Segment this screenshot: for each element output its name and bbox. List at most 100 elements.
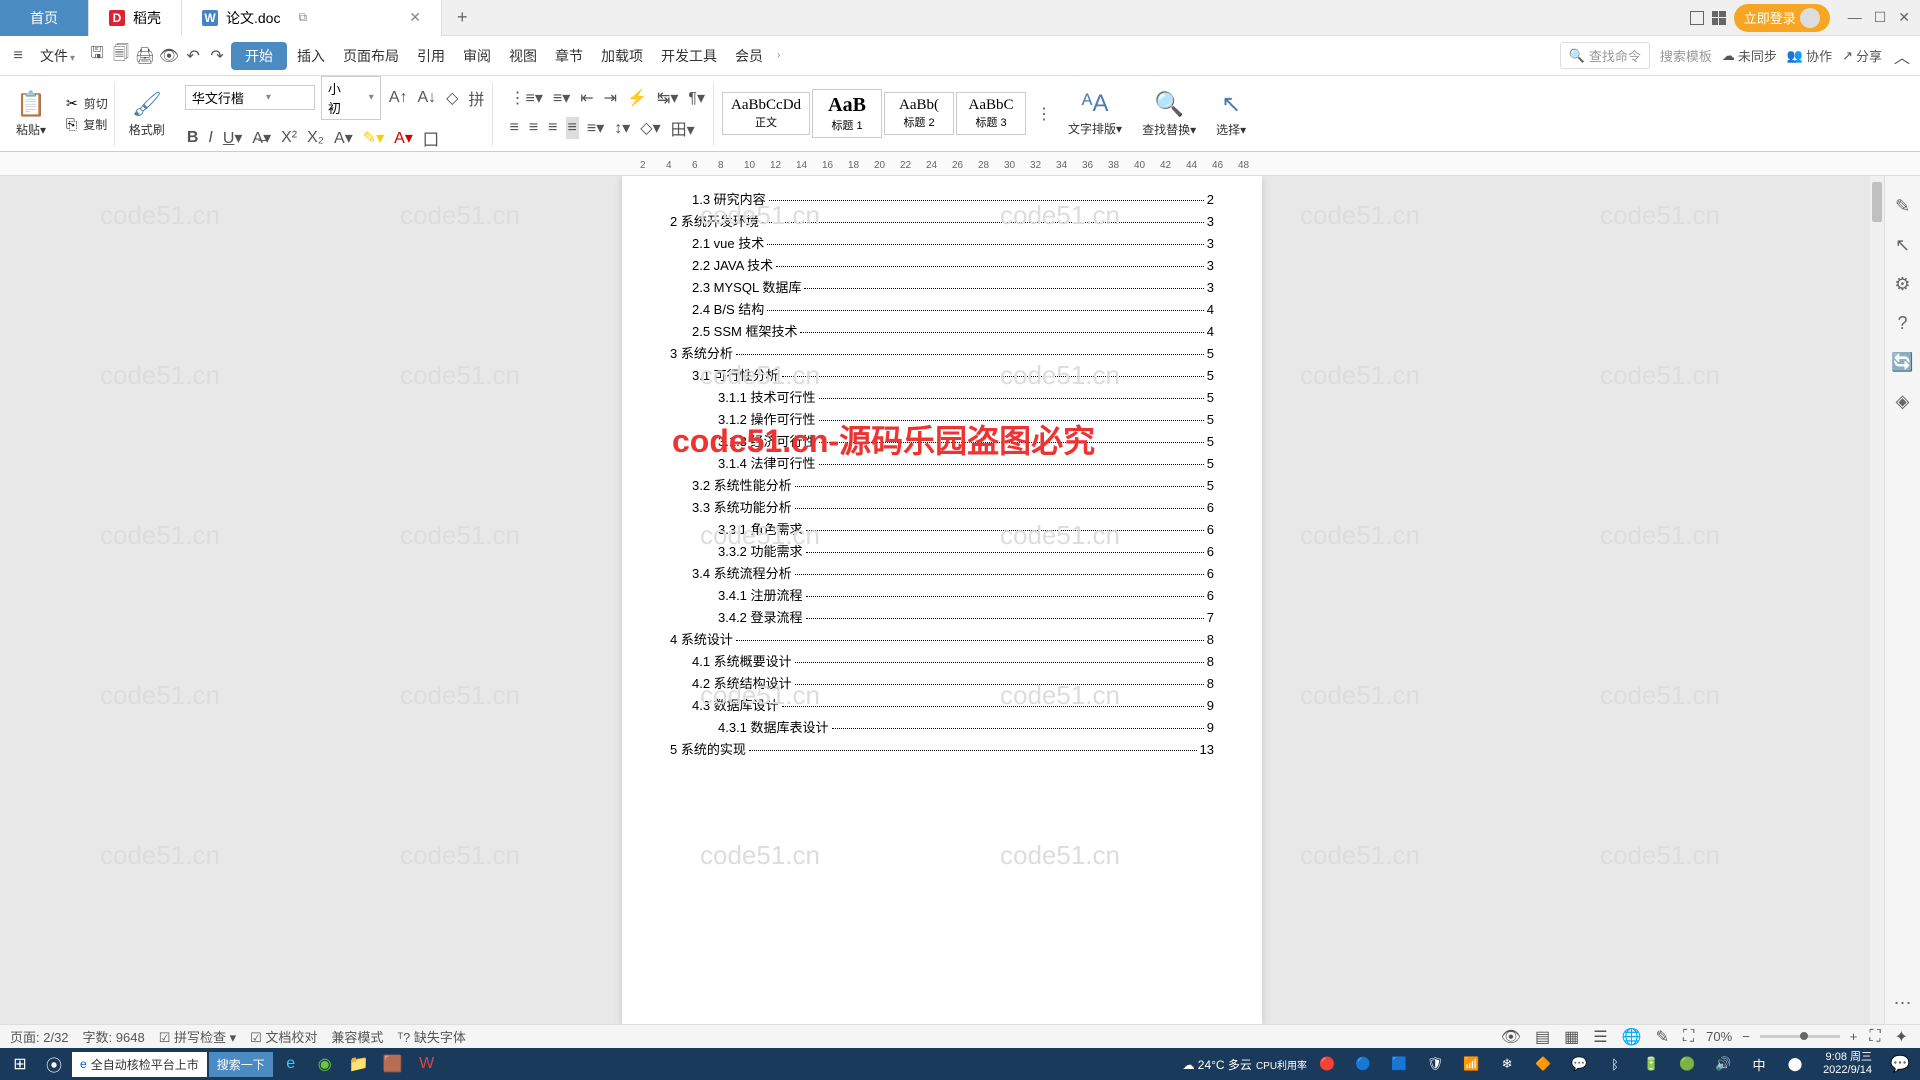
cut-button[interactable]: ✂剪切 [66, 95, 108, 112]
menu-8[interactable]: 开发工具 [653, 42, 725, 70]
layout-icon[interactable] [1690, 11, 1704, 25]
tray3-icon[interactable]: 🟦 [1383, 1050, 1415, 1078]
tray8-icon[interactable]: 🔋 [1635, 1050, 1667, 1078]
tray10-icon[interactable]: ⬤ [1779, 1050, 1811, 1078]
format-painter-button[interactable]: 🖌格式刷 [123, 90, 171, 138]
weather-widget[interactable]: ☁ 24°C 多云 [1182, 1056, 1252, 1073]
tray9-icon[interactable]: 🟢 [1671, 1050, 1703, 1078]
spellcheck-button[interactable]: ☑ 拼写检查 ▾ [159, 1027, 236, 1046]
read-view-icon[interactable]: ▤ [1533, 1025, 1552, 1049]
grow-font-icon[interactable]: A↑ [387, 87, 410, 109]
borders-icon[interactable]: 田▾ [669, 114, 697, 142]
undo-icon[interactable]: ↶ [183, 46, 203, 66]
toc-entry[interactable]: 3.3 系统功能分析6 [670, 497, 1214, 516]
menu-7[interactable]: 加载项 [593, 42, 651, 70]
tray6-icon[interactable]: 🔶 [1527, 1050, 1559, 1078]
show-marks-icon[interactable]: ¶▾ [686, 86, 707, 110]
collab-button[interactable]: 👥 协作 [1787, 46, 1832, 65]
tab-document[interactable]: W 论文.doc ⧉ ✕ [182, 0, 442, 36]
document-canvas[interactable]: 1.3 研究内容22 系统开发环境32.1 vue 技术32.2 JAVA 技术… [0, 176, 1884, 1024]
page-indicator[interactable]: 页面: 2/32 [10, 1027, 69, 1046]
toc-entry[interactable]: 4.1 系统概要设计8 [670, 651, 1214, 670]
style-3[interactable]: AaBbC标题 3 [956, 92, 1026, 135]
style-more-icon[interactable]: ⋮ [1034, 102, 1054, 126]
tray2-icon[interactable]: 🔵 [1347, 1050, 1379, 1078]
cortana-icon[interactable]: ⦿ [38, 1050, 70, 1078]
toc-entry[interactable]: 3 系统分析5 [670, 343, 1214, 362]
menu-9[interactable]: 会员 [727, 42, 771, 70]
char-border-icon[interactable]: 囗 [421, 124, 441, 152]
toc-entry[interactable]: 5 系统的实现13 [670, 739, 1214, 758]
line-spacing-icon[interactable]: ↕▾ [612, 116, 632, 140]
toc-entry[interactable]: 4.3 数据库设计9 [670, 695, 1214, 714]
collapse-ribbon-icon[interactable]: ︿ [1892, 46, 1912, 66]
ie-icon[interactable]: e [275, 1050, 307, 1078]
print-icon[interactable]: 🖨 [135, 46, 155, 66]
settings-slider-icon[interactable]: ⚙ [1894, 274, 1910, 295]
toc-entry[interactable]: 2.1 vue 技术3 [670, 233, 1214, 252]
taskbar-search-button[interactable]: 搜索一下 [209, 1052, 273, 1077]
maximize-icon[interactable]: ☐ [1874, 9, 1887, 26]
volume-icon[interactable]: 🔊 [1707, 1050, 1739, 1078]
menu-5[interactable]: 视图 [501, 42, 545, 70]
compat-mode[interactable]: 兼容模式 [331, 1027, 383, 1046]
font-color-icon[interactable]: A▾ [392, 126, 415, 150]
toc-entry[interactable]: 1.3 研究内容2 [670, 189, 1214, 208]
pen-tool-icon[interactable]: ✎ [1895, 196, 1910, 217]
toc-entry[interactable]: 4.2 系统结构设计8 [670, 673, 1214, 692]
fullscreen-icon[interactable]: ⛶ [1867, 1026, 1882, 1048]
eye-icon[interactable]: 👁 [1499, 1025, 1523, 1049]
align-left-icon[interactable]: ≡ [507, 117, 520, 139]
close-icon[interactable]: ✕ [409, 9, 421, 26]
zoom-in-icon[interactable]: + [1850, 1029, 1858, 1044]
align-center-icon[interactable]: ≡ [527, 117, 540, 139]
find-replace-button[interactable]: 🔍查找替换▾ [1136, 90, 1202, 138]
shrink-font-icon[interactable]: A↓ [415, 87, 438, 109]
taskbar-search[interactable]: e全自动核检平台上市 [72, 1052, 207, 1077]
toc-entry[interactable]: 4 系统设计8 [670, 629, 1214, 648]
style-1[interactable]: AaB标题 1 [812, 89, 882, 138]
tab-docell[interactable]: D稻壳 [89, 0, 182, 36]
zoom-slider[interactable] [1760, 1035, 1840, 1038]
login-button[interactable]: 立即登录 [1734, 4, 1830, 32]
redo-icon[interactable]: ↷ [207, 46, 227, 66]
more-tools-icon[interactable]: ⋯ [1894, 993, 1912, 1014]
menu-1[interactable]: 插入 [289, 42, 333, 70]
apps-icon[interactable] [1712, 11, 1726, 25]
toc-entry[interactable]: 2.3 MYSQL 数据库3 [670, 277, 1214, 296]
notifications-icon[interactable]: 💬 [1884, 1050, 1916, 1078]
tray4-icon[interactable]: 🛡 [1419, 1050, 1451, 1078]
file-menu[interactable]: 文件▾ [32, 42, 83, 70]
unsync-button[interactable]: ☁ 未同步 [1722, 46, 1777, 65]
help-icon[interactable]: ? [1897, 313, 1907, 334]
minimize-icon[interactable]: — [1848, 9, 1862, 26]
toc-entry[interactable]: 4.3.1 数据库表设计9 [670, 717, 1214, 736]
font-family-select[interactable]: 华文行楷▾ [185, 85, 315, 110]
menu-6[interactable]: 章节 [547, 42, 591, 70]
proofread-button[interactable]: ☑ 文档校对 [250, 1027, 317, 1046]
clock[interactable]: 9:08 周三2022/9/14 [1815, 1051, 1880, 1077]
underline-icon[interactable]: U▾ [221, 126, 245, 150]
paste-button[interactable]: 📋粘贴▾ [10, 90, 52, 138]
increase-indent-icon[interactable]: ⇥ [602, 86, 619, 110]
style-2[interactable]: AaBb(标题 2 [884, 92, 954, 135]
wps-icon[interactable]: W [411, 1050, 443, 1078]
copy-button[interactable]: ⎘复制 [66, 116, 108, 133]
outline-view-icon[interactable]: ☰ [1591, 1025, 1609, 1049]
menu-0[interactable]: 开始 [231, 42, 287, 70]
toc-entry[interactable]: 2.2 JAVA 技术3 [670, 255, 1214, 274]
fit-icon[interactable]: ⛶ [1681, 1026, 1696, 1048]
bt-icon[interactable]: ᛒ [1599, 1050, 1631, 1078]
command-search[interactable]: 🔍 查找命令 [1560, 42, 1650, 69]
align-right-icon[interactable]: ≡ [546, 117, 559, 139]
preview-icon[interactable]: 👁 [159, 46, 179, 66]
note-icon[interactable]: ✎ [1654, 1025, 1671, 1049]
template-search[interactable]: 搜索模板 [1660, 46, 1712, 65]
phonetic-icon[interactable]: 拼 [466, 84, 486, 112]
strike-icon[interactable]: A̶▾ [250, 126, 273, 150]
toc-entry[interactable]: 3.4.1 注册流程6 [670, 585, 1214, 604]
wifi-icon[interactable]: 📶 [1455, 1050, 1487, 1078]
toc-entry[interactable]: 3.2 系统性能分析5 [670, 475, 1214, 494]
share-button[interactable]: ↗ 分享 [1842, 46, 1882, 65]
zoom-level[interactable]: 70% [1706, 1029, 1732, 1044]
